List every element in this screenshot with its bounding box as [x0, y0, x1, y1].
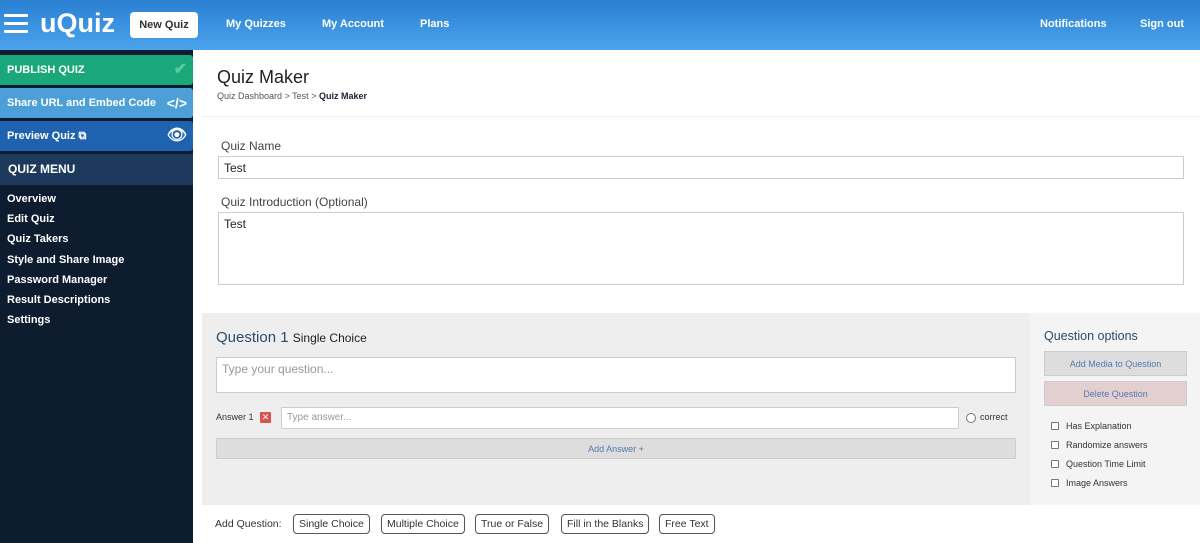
crumb-sep: > — [284, 91, 290, 101]
top-nav: uQuiz New Quiz My Quizzes My Account Pla… — [0, 0, 1200, 50]
question-textarea[interactable]: Type your question... — [216, 357, 1016, 393]
checkbox-label: Has Explanation — [1066, 421, 1132, 431]
menu-edit-quiz[interactable]: Edit Quiz — [7, 213, 55, 225]
menu-settings[interactable]: Settings — [7, 314, 50, 326]
check-icon: ✔ — [173, 61, 187, 78]
sign-out-link[interactable]: Sign out — [1140, 18, 1184, 30]
crumb-dashboard[interactable]: Quiz Dashboard — [217, 91, 282, 101]
nav-plans[interactable]: Plans — [420, 18, 449, 30]
logo[interactable]: uQuiz — [40, 8, 115, 39]
add-media-button[interactable]: Add Media to Question — [1044, 351, 1187, 376]
nav-my-quizzes[interactable]: My Quizzes — [226, 18, 286, 30]
menu-overview[interactable]: Overview — [7, 193, 56, 205]
quiz-intro-label: Quiz Introduction (Optional) — [221, 195, 368, 209]
new-quiz-button[interactable]: New Quiz — [130, 12, 198, 38]
quiz-intro-textarea[interactable]: Test — [218, 212, 1184, 285]
question-title: Question 1 Single Choice — [216, 329, 367, 346]
has-explanation-checkbox[interactable]: Has Explanation — [1051, 421, 1132, 431]
page-title: Quiz Maker — [217, 67, 310, 87]
divider — [202, 116, 1200, 117]
quiz-name-label: Quiz Name — [221, 139, 282, 153]
randomize-answers-checkbox[interactable]: Randomize answers — [1051, 440, 1148, 450]
menu-style-share[interactable]: Style and Share Image — [7, 254, 124, 266]
add-answer-button[interactable]: Add Answer + — [216, 438, 1016, 459]
checkbox-label: Randomize answers — [1066, 440, 1148, 450]
share-url-button[interactable]: Share URL and Embed Code </> — [0, 88, 193, 118]
publish-quiz-button[interactable]: PUBLISH QUIZ ✔ — [0, 55, 193, 85]
add-question-label: Add Question: — [215, 518, 282, 530]
external-link-icon: ⧉ — [78, 130, 87, 142]
share-label: Share URL and Embed Code — [7, 97, 156, 109]
eye-icon: 👁 — [166, 127, 187, 144]
breadcrumb: Quiz Dashboard > Test > Quiz Maker — [217, 91, 367, 101]
add-multiple-choice-button[interactable]: Multiple Choice — [381, 514, 465, 534]
crumb-sep: > — [311, 91, 317, 101]
options-title: Question options — [1044, 329, 1138, 343]
delete-answer-icon[interactable]: ✕ — [260, 412, 271, 423]
preview-quiz-button[interactable]: Preview Quiz ⧉ 👁 — [0, 121, 193, 151]
code-icon: </> — [166, 95, 187, 111]
crumb-test[interactable]: Test — [292, 91, 309, 101]
image-answers-checkbox[interactable]: Image Answers — [1051, 478, 1128, 488]
menu-quiz-takers[interactable]: Quiz Takers — [7, 233, 69, 245]
delete-question-button[interactable]: Delete Question — [1044, 381, 1187, 406]
question-number: Question 1 — [216, 329, 289, 346]
time-limit-checkbox[interactable]: Question Time Limit — [1051, 459, 1146, 469]
answer-label: Answer 1 — [216, 412, 254, 422]
menu-result-descriptions[interactable]: Result Descriptions — [7, 294, 110, 306]
preview-label: Preview Quiz — [7, 130, 76, 142]
add-true-false-button[interactable]: True or False — [475, 514, 550, 534]
correct-radio[interactable] — [966, 413, 976, 423]
correct-label: correct — [980, 412, 1008, 422]
nav-notifications[interactable]: Notifications — [1040, 18, 1107, 30]
add-free-text-button[interactable]: Free Text — [659, 514, 715, 534]
nav-my-account[interactable]: My Account — [322, 18, 384, 30]
crumb-current: Quiz Maker — [318, 91, 367, 101]
question-type: Single Choice — [292, 331, 367, 345]
answer-input[interactable]: Type answer... — [281, 407, 959, 429]
publish-label: PUBLISH QUIZ — [7, 64, 85, 76]
add-fill-blanks-button[interactable]: Fill in the Blanks — [561, 514, 650, 534]
checkbox-label: Image Answers — [1066, 478, 1128, 488]
menu-password-manager[interactable]: Password Manager — [7, 274, 107, 286]
quiz-menu-heading: QUIZ MENU — [0, 154, 193, 185]
quiz-name-input[interactable]: Test — [218, 156, 1184, 179]
add-single-choice-button[interactable]: Single Choice — [293, 514, 370, 534]
checkbox-label: Question Time Limit — [1066, 459, 1146, 469]
sidebar: PUBLISH QUIZ ✔ Share URL and Embed Code </… — [0, 50, 193, 543]
menu-icon[interactable] — [4, 14, 28, 34]
